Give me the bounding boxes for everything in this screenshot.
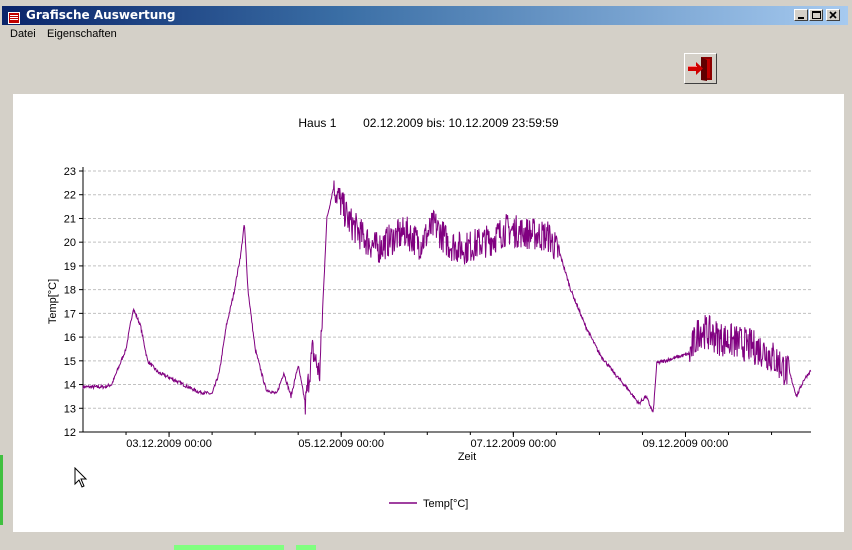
minimize-icon xyxy=(798,17,804,19)
background-green-bar-small xyxy=(296,545,316,550)
x-axis-label: Zeit xyxy=(458,451,476,463)
y-tick-label: 13 xyxy=(64,403,76,415)
exit-door-icon xyxy=(688,57,712,81)
y-tick-label: 16 xyxy=(64,332,76,344)
y-tick-label: 20 xyxy=(64,237,76,249)
window-title: Grafische Auswertung xyxy=(26,8,176,22)
exit-button[interactable] xyxy=(684,53,717,84)
y-tick-label: 18 xyxy=(64,285,76,297)
y-tick-label: 21 xyxy=(64,213,76,225)
background-window-edge xyxy=(0,455,3,525)
series-line-temp xyxy=(82,180,812,415)
taskbar-strip xyxy=(0,545,852,550)
menu-bar: Datei Eigenschaften xyxy=(2,26,848,44)
x-tick-label: 05.12.2009 00:00 xyxy=(298,438,384,450)
x-tick-label: 09.12.2009 00:00 xyxy=(643,438,729,450)
y-tick-label: 15 xyxy=(64,356,76,368)
close-icon xyxy=(829,11,837,19)
legend-label: Temp[°C] xyxy=(423,498,468,510)
chart-panel: Haus 1 02.12.2009 bis: 10.12.2009 23:59:… xyxy=(13,94,844,532)
x-tick-label: 03.12.2009 00:00 xyxy=(126,438,212,450)
close-button[interactable] xyxy=(826,9,840,21)
y-tick-label: 12 xyxy=(64,427,76,439)
maximize-icon xyxy=(812,11,821,19)
y-tick-label: 23 xyxy=(64,166,76,178)
background-green-bar xyxy=(174,545,284,550)
y-tick-label: 17 xyxy=(64,308,76,320)
menu-eigenschaften[interactable]: Eigenschaften xyxy=(47,28,117,40)
title-bar[interactable]: Grafische Auswertung xyxy=(2,6,848,25)
temperature-chart: 12 13 14 15 16 17 18 19 20 21 22 23 03.12.2009 00:00… xyxy=(47,166,812,510)
x-tick-label: 07.12.2009 00:00 xyxy=(471,438,557,450)
app-icon[interactable] xyxy=(8,9,20,24)
application-window: Grafische Auswertung Datei Eigenschaften… xyxy=(0,0,852,550)
y-tick-label: 19 xyxy=(64,261,76,273)
menu-datei[interactable]: Datei xyxy=(10,28,36,40)
y-tick-label: 22 xyxy=(64,190,76,202)
y-tick-label: 14 xyxy=(64,380,76,392)
maximize-button[interactable] xyxy=(809,9,823,21)
mouse-cursor-icon xyxy=(74,467,88,488)
minimize-button[interactable] xyxy=(794,9,808,21)
y-axis-label: Temp[°C] xyxy=(47,279,59,324)
